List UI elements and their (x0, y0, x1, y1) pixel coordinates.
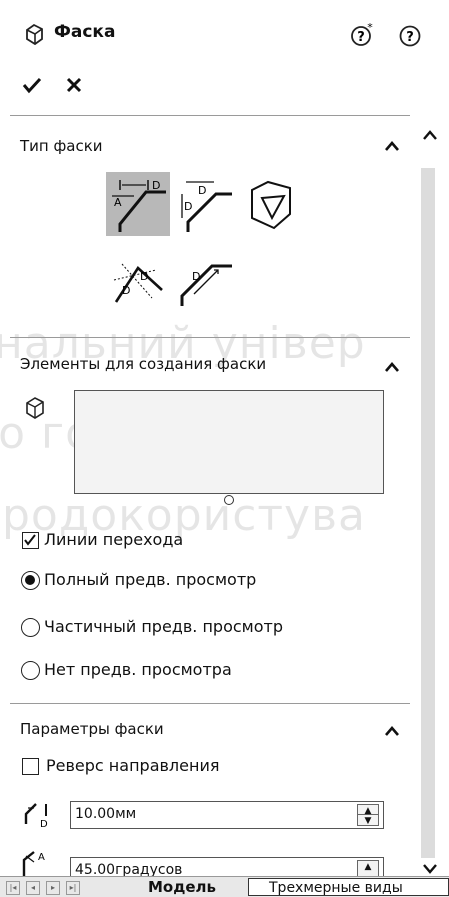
svg-text:D: D (198, 184, 206, 197)
partial-preview-radio[interactable] (21, 618, 40, 637)
section-divider-1 (10, 337, 410, 338)
elements-collapse-icon[interactable] (384, 358, 400, 377)
tangent-propagation-checkbox[interactable] (22, 532, 39, 549)
edges-faces-icon (22, 395, 48, 425)
full-preview-radio[interactable] (21, 571, 40, 590)
distance-input[interactable]: 10.00мм (70, 801, 384, 829)
distance-spinner[interactable]: ▲ ▼ (357, 804, 379, 826)
distance-spin-down[interactable]: ▼ (358, 815, 378, 826)
distance-icon: D (20, 800, 54, 834)
no-preview-label: Нет предв. просмотра (44, 660, 232, 679)
scroll-thumb[interactable] (421, 168, 435, 858)
whats-new-help-icon[interactable]: ? * (350, 21, 376, 52)
partial-preview-label: Частичный предв. просмотр (44, 617, 283, 636)
angle-spin-up[interactable]: ▲ (358, 861, 378, 877)
svg-text:D: D (122, 284, 130, 297)
ok-button[interactable] (22, 76, 42, 98)
tab-3d-views[interactable]: Трехмерные виды (248, 878, 449, 896)
distance-distance-button[interactable]: D D (172, 172, 236, 236)
tab-model[interactable]: Модель (148, 878, 216, 896)
parameters-title: Параметры фаски (20, 720, 164, 738)
tab-nav-first-icon[interactable]: |◂ (6, 881, 20, 895)
chamfer-type-title: Тип фаски (20, 137, 103, 155)
chamfer-feature-icon (22, 22, 46, 50)
reverse-direction-label: Реверс направления (46, 756, 220, 775)
help-icon[interactable]: ? (398, 24, 422, 52)
parameters-collapse-icon[interactable] (384, 722, 400, 741)
tangent-propagation-label: Линии перехода (44, 530, 184, 549)
list-resize-handle[interactable] (224, 495, 234, 505)
svg-text:*: * (367, 22, 373, 34)
svg-text:D: D (40, 819, 48, 830)
chamfer-type-collapse-icon[interactable] (384, 138, 400, 156)
tab-nav-prev-icon[interactable]: ◂ (26, 881, 40, 895)
svg-text:A: A (38, 852, 45, 863)
vertex-chamfer-button[interactable] (238, 172, 302, 236)
svg-text:D: D (140, 270, 148, 283)
tab-nav-last-icon[interactable]: ▸| (66, 881, 80, 895)
tab-nav-next-icon[interactable]: ▸ (46, 881, 60, 895)
angle-distance-button[interactable]: D A (106, 172, 170, 236)
edges-selection-list[interactable] (74, 390, 384, 494)
panel-title: Фаска (54, 22, 116, 42)
reverse-direction-checkbox[interactable] (22, 758, 39, 775)
scrollbar[interactable] (416, 118, 444, 878)
full-preview-label: Полный предв. просмотр (44, 570, 257, 589)
offset-face-button[interactable]: D D (106, 250, 170, 314)
distance-spin-up[interactable]: ▲ (358, 805, 378, 816)
cancel-button[interactable] (66, 77, 82, 97)
svg-text:D: D (184, 200, 192, 213)
svg-text:D: D (152, 179, 160, 192)
header-divider (10, 115, 410, 116)
face-face-button[interactable]: D (172, 250, 236, 314)
svg-text:D: D (192, 270, 200, 283)
svg-text:A: A (114, 196, 122, 209)
svg-text:?: ? (406, 30, 414, 45)
no-preview-radio[interactable] (21, 661, 40, 680)
section-divider-2 (10, 703, 410, 704)
elements-title: Элементы для создания фаски (20, 355, 267, 373)
scroll-up-arrow[interactable] (422, 126, 438, 145)
svg-text:?: ? (357, 30, 365, 45)
